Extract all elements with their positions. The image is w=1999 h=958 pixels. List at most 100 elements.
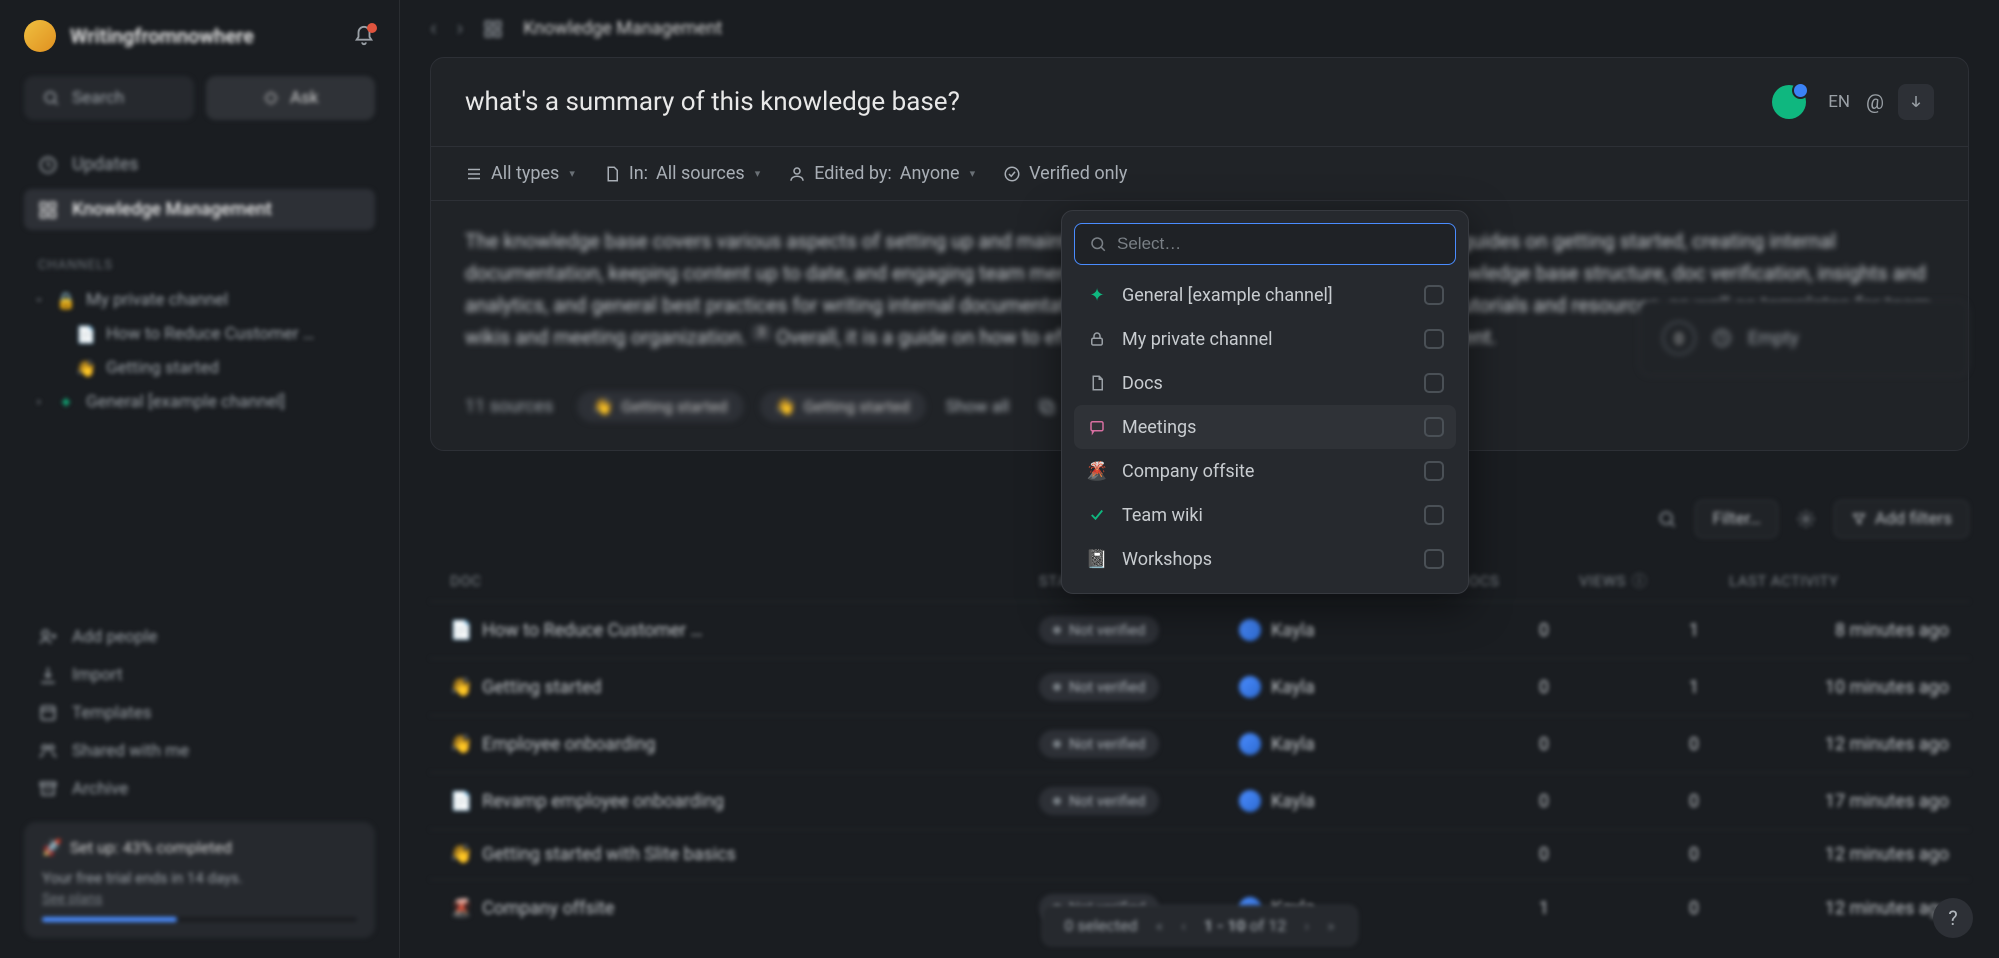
citation-number: 0 [1662, 321, 1696, 355]
clock-icon [1712, 328, 1732, 348]
add-people-button[interactable]: Add people [24, 618, 375, 656]
dropdown-item[interactable]: Docs [1074, 361, 1456, 405]
table-row[interactable]: 📄How to Reduce Customer …Not verifiedKay… [430, 601, 1969, 658]
see-plans-link[interactable]: See plans [42, 891, 102, 907]
tree-general-channel[interactable]: ✦ General [example channel] [24, 385, 375, 419]
tree-doc-getting[interactable]: 👋 Getting started [24, 351, 375, 385]
page-prev-icon[interactable]: ‹ [1181, 916, 1186, 935]
sources-dropdown: ✦General [example channel]My private cha… [1061, 210, 1469, 594]
settings-icon[interactable] [1796, 509, 1816, 529]
nav-updates[interactable]: Updates [24, 144, 375, 185]
subdocs-count: 0 [1429, 844, 1579, 865]
dropdown-item[interactable]: Team wiki [1074, 493, 1456, 537]
checkbox[interactable] [1424, 285, 1444, 305]
rocket-icon: 🚀 [42, 838, 62, 857]
help-button[interactable]: ? [1933, 898, 1973, 938]
shared-button[interactable]: Shared with me [24, 732, 375, 770]
dropdown-item-label: Company offsite [1122, 461, 1254, 482]
dropdown-item[interactable]: 🌋Company offsite [1074, 449, 1456, 493]
grammarly-icon[interactable] [1772, 85, 1806, 119]
last-activity: 12 minutes ago [1729, 898, 1949, 919]
table-row[interactable]: 👋Getting startedNot verifiedKayla0110 mi… [430, 658, 1969, 715]
filter-types[interactable]: All types ▾ [465, 163, 575, 184]
owner-cell: Kayla [1239, 676, 1429, 698]
filter-verified[interactable]: Verified only [1003, 163, 1127, 184]
citation-card[interactable]: 0 Empty [1639, 300, 1969, 376]
checkbox[interactable] [1424, 461, 1444, 481]
dropdown-item[interactable]: My private channel [1074, 317, 1456, 361]
ask-query-input[interactable]: what's a summary of this knowledge base? [465, 87, 1772, 117]
doc-title: Getting started with Slite basics [482, 844, 736, 865]
subdocs-count: 1 [1429, 898, 1579, 919]
sources-count[interactable]: 11 sources [465, 396, 553, 417]
language-selector[interactable]: EN [1828, 92, 1850, 112]
th-doc[interactable]: DOC [450, 570, 1039, 591]
checkbox[interactable] [1424, 417, 1444, 437]
dropdown-search[interactable] [1074, 223, 1456, 265]
checkbox[interactable] [1424, 505, 1444, 525]
checkbox[interactable] [1424, 329, 1444, 349]
views-count: 1 [1579, 620, 1729, 641]
dropdown-item-label: General [example channel] [1122, 285, 1333, 306]
citation-label: Empty [1748, 328, 1799, 349]
dropdown-item[interactable]: Meetings [1074, 405, 1456, 449]
checkbox[interactable] [1424, 373, 1444, 393]
workspace-avatar [24, 20, 56, 52]
workspace-name: Writingfromnowhere [70, 24, 339, 48]
citation-badge[interactable]: 3 [752, 325, 771, 341]
th-views[interactable]: VIEWS ⓘ [1579, 570, 1729, 591]
filter-edited-by[interactable]: Edited by: Anyone ▾ [788, 163, 975, 184]
avatar [1239, 676, 1261, 698]
nav-forward-icon[interactable]: › [457, 16, 464, 41]
breadcrumb-title[interactable]: Knowledge Management [523, 18, 722, 39]
copy-icon[interactable] [1037, 397, 1057, 417]
page-next-icon[interactable]: › [1304, 916, 1309, 935]
source-chip[interactable]: 👋Getting started [760, 391, 926, 422]
import-button[interactable]: Import [24, 656, 375, 694]
chevron-down-icon: ▾ [755, 167, 761, 180]
nav-knowledge-management[interactable]: Knowledge Management [24, 189, 375, 230]
table-row[interactable]: 👋Employee onboardingNot verifiedKayla001… [430, 715, 1969, 772]
templates-label: Templates [72, 703, 152, 723]
views-count: 0 [1579, 844, 1729, 865]
source-chip[interactable]: 👋Getting started [577, 391, 743, 422]
filter-input[interactable]: Filter… [1695, 500, 1777, 538]
sparkle-icon [262, 89, 280, 107]
search-button[interactable]: Search [24, 76, 194, 120]
owner-cell: Kayla [1239, 790, 1429, 812]
subdocs-count: 0 [1429, 620, 1579, 641]
tree-doc-getting-label: Getting started [106, 358, 219, 378]
add-filters-button[interactable]: Add filters [1834, 500, 1969, 538]
checkbox[interactable] [1424, 549, 1444, 569]
table-row[interactable]: 👋Getting started with Slite basics0012 m… [430, 829, 1969, 879]
filter-edited-prefix: Edited by: [814, 163, 892, 184]
page-last-icon[interactable]: » [1327, 916, 1335, 935]
setup-card[interactable]: 🚀Set up: 43% completed Your free trial e… [24, 822, 375, 938]
ask-button[interactable]: Ask [206, 76, 376, 120]
doc-title: Revamp employee onboarding [482, 791, 724, 812]
archive-button[interactable]: Archive [24, 770, 375, 808]
search-icon[interactable] [1657, 509, 1677, 529]
setup-progress [42, 917, 357, 922]
channels-header: CHANNELS [38, 258, 375, 273]
filter-sources[interactable]: In: All sources ▾ [603, 163, 760, 184]
workspace-switcher[interactable]: Writingfromnowhere [24, 20, 375, 52]
last-activity: 17 minutes ago [1729, 791, 1949, 812]
tree-doc-reduce[interactable]: 📄 How to Reduce Customer … [24, 317, 375, 351]
dropdown-item[interactable]: ✦General [example channel] [1074, 273, 1456, 317]
templates-button[interactable]: Templates [24, 694, 375, 732]
tree-private-channel[interactable]: 🔒 My private channel [24, 283, 375, 317]
mention-icon[interactable]: @ [1866, 90, 1884, 114]
page-first-icon[interactable]: « [1156, 916, 1164, 935]
th-activity[interactable]: LAST ACTIVITY [1729, 570, 1949, 591]
table-row[interactable]: 📄Revamp employee onboardingNot verifiedK… [430, 772, 1969, 829]
show-all-button[interactable]: Show all [946, 397, 1010, 417]
notifications-icon[interactable] [353, 25, 375, 47]
dropdown-search-input[interactable] [1117, 234, 1441, 254]
submit-button[interactable] [1898, 84, 1934, 120]
nav-back-icon[interactable]: ‹ [430, 16, 437, 41]
dropdown-item[interactable]: 📓Workshops [1074, 537, 1456, 581]
archive-label: Archive [72, 779, 128, 799]
doc-cell: 👋Getting started [450, 677, 1039, 698]
avatar [1239, 733, 1261, 755]
